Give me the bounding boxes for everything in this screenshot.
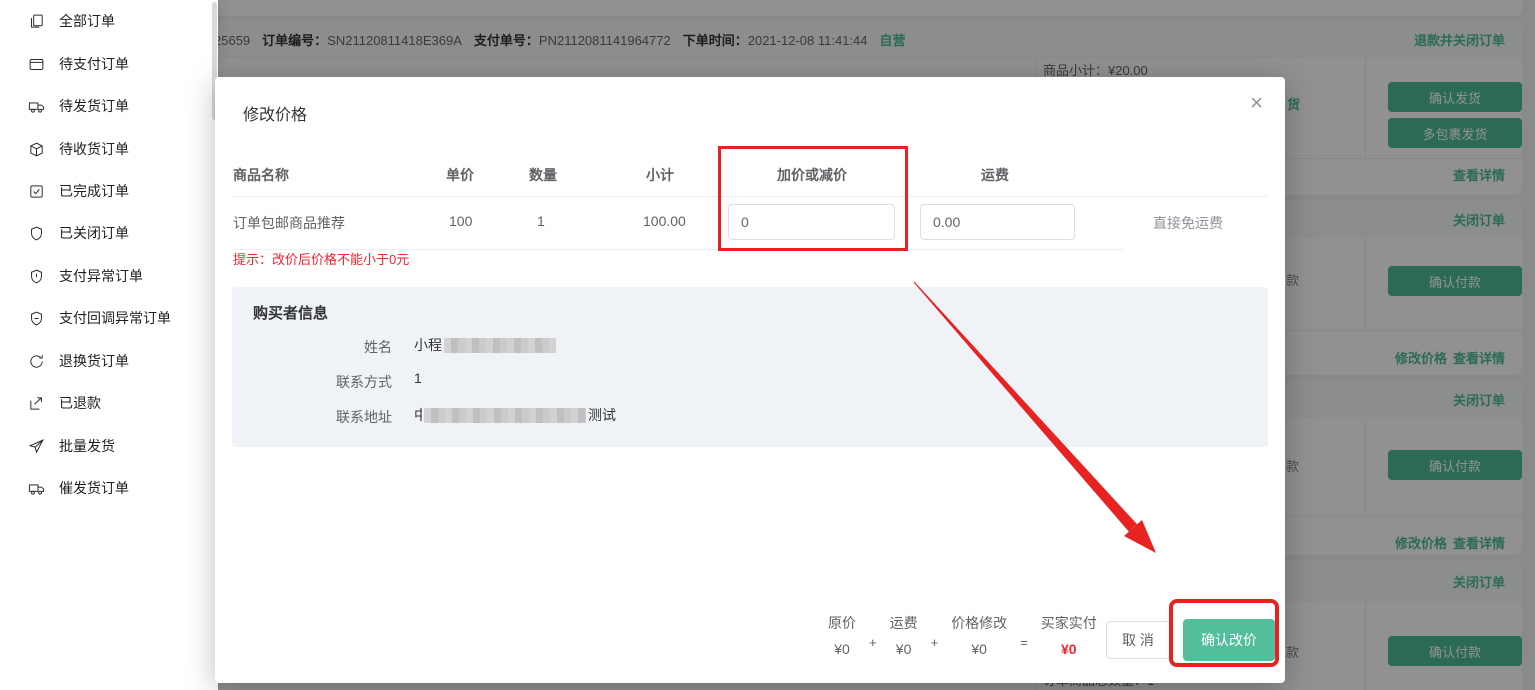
price-modification: 价格修改 ¥0 bbox=[951, 613, 1007, 657]
adjust-price-input[interactable] bbox=[728, 204, 895, 240]
sidebar-item-pending-payment[interactable]: 待支付订单 bbox=[0, 45, 218, 83]
name-value: 小程 bbox=[414, 335, 556, 355]
cancel-button[interactable]: 取 消 bbox=[1106, 621, 1170, 659]
close-icon[interactable]: × bbox=[1250, 92, 1263, 114]
check-square-icon bbox=[28, 183, 45, 200]
sidebar-item-to-receive[interactable]: 待收货订单 bbox=[0, 130, 218, 168]
package-icon bbox=[28, 141, 45, 158]
shield-callback-icon bbox=[28, 310, 45, 327]
shipping-fee-input[interactable] bbox=[920, 204, 1075, 240]
sidebar-item-batch-ship[interactable]: 批量发货 bbox=[0, 427, 218, 465]
refresh-icon bbox=[28, 353, 45, 370]
name-label: 姓名 bbox=[272, 337, 392, 357]
col-header-product-name: 商品名称 bbox=[233, 165, 289, 185]
sidebar-item-to-ship[interactable]: 待发货订单 bbox=[0, 87, 218, 125]
confirm-price-button[interactable]: 确认改价 bbox=[1183, 619, 1275, 661]
credit-card-icon bbox=[28, 56, 45, 73]
export-icon bbox=[28, 395, 45, 412]
buyer-info-title: 购买者信息 bbox=[253, 302, 328, 323]
sidebar-item-urge-ship[interactable]: 催发货订单 bbox=[0, 469, 218, 507]
table-header-divider bbox=[233, 196, 1267, 197]
address-label: 联系地址 bbox=[272, 407, 392, 427]
sidebar-item-refunded[interactable]: 已退款 bbox=[0, 384, 218, 422]
cell-unit-price: 100 bbox=[449, 213, 472, 229]
shipping-price: 运费 ¥0 bbox=[890, 613, 918, 657]
cell-product-name: 订单包邮商品推荐 bbox=[233, 213, 345, 233]
col-header-subtotal: 小计 bbox=[646, 165, 674, 185]
dialog-title: 修改价格 bbox=[243, 101, 307, 125]
plus-sign: + bbox=[869, 621, 877, 650]
free-shipping-link[interactable]: 直接免运费 bbox=[1153, 213, 1223, 233]
price-summary: 原价 ¥0 + 运费 ¥0 + 价格修改 ¥0 = 买家实付 ¥0 bbox=[828, 613, 1097, 657]
order-menu-sidebar: 全部订单 待支付订单 待发货订单 待收货订单 已完成订单 已关闭订单 支付异常订… bbox=[0, 0, 218, 690]
col-header-quantity: 数量 bbox=[529, 165, 557, 185]
buyer-actual-pay: 买家实付 ¥0 bbox=[1041, 613, 1097, 657]
cell-subtotal: 100.00 bbox=[643, 213, 686, 229]
cell-quantity: 1 bbox=[537, 213, 545, 229]
redacted-address bbox=[424, 408, 586, 423]
contact-value: 1 bbox=[414, 370, 422, 386]
col-header-shipping: 运费 bbox=[981, 165, 1009, 185]
sidebar-item-return-exchange[interactable]: 退换货订单 bbox=[0, 342, 218, 380]
redacted-name bbox=[444, 338, 556, 353]
contact-label: 联系方式 bbox=[272, 372, 392, 392]
col-header-unit-price: 单价 bbox=[446, 165, 474, 185]
truck-icon bbox=[28, 98, 45, 115]
buyer-info-panel: 购买者信息 姓名 小程 联系方式 1 联系地址 中 测试 bbox=[232, 287, 1268, 447]
address-value: 中 测试 bbox=[414, 405, 616, 425]
plus-sign: + bbox=[931, 621, 939, 650]
send-icon bbox=[28, 438, 45, 455]
sidebar-item-completed[interactable]: 已完成订单 bbox=[0, 172, 218, 210]
price-tip-text: 提示：改价后价格不能小于0元 bbox=[233, 249, 409, 268]
shield-alert-icon bbox=[28, 268, 45, 285]
truck-urge-icon bbox=[28, 480, 45, 497]
sidebar-item-all-orders[interactable]: 全部订单 bbox=[0, 2, 218, 40]
copy-file-icon bbox=[28, 13, 45, 30]
sidebar-item-closed[interactable]: 已关闭订单 bbox=[0, 214, 218, 252]
sidebar-item-payment-exception[interactable]: 支付异常订单 bbox=[0, 257, 218, 295]
modify-price-dialog: 修改价格 × 商品名称 单价 数量 小计 加价或减价 运费 订单包邮商品推荐 1… bbox=[215, 77, 1285, 683]
shield-icon bbox=[28, 225, 45, 242]
sidebar-item-payment-callback-exception[interactable]: 支付回调异常订单 bbox=[0, 299, 218, 337]
equals-sign: = bbox=[1020, 621, 1028, 650]
col-header-adjust: 加价或减价 bbox=[777, 165, 847, 185]
original-price: 原价 ¥0 bbox=[828, 613, 856, 657]
